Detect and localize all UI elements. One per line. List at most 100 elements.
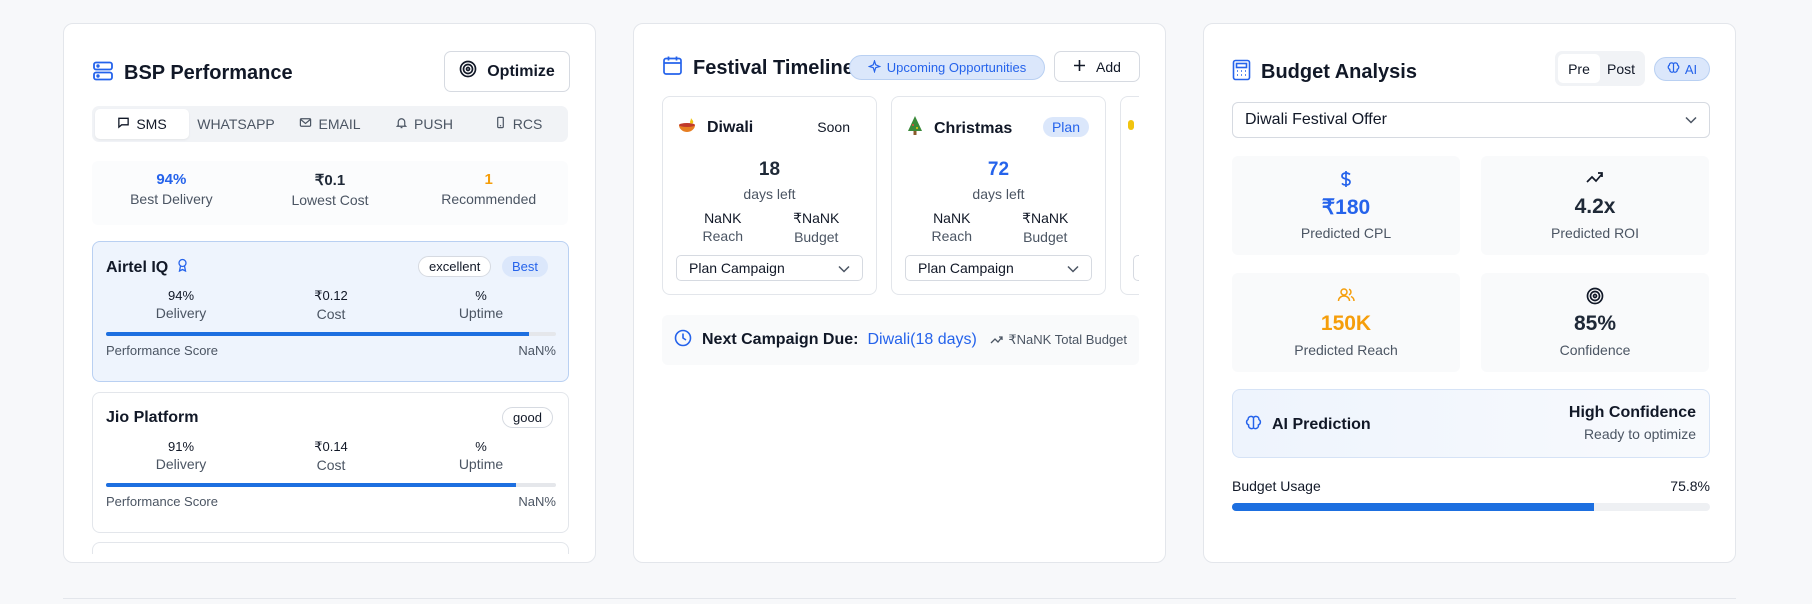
stat-reach: NaNK Reach [676, 210, 770, 245]
ai-label: AI [1684, 61, 1698, 77]
stat-value: ₹NaNK [793, 210, 840, 226]
add-label: Add [1096, 58, 1121, 75]
festival-card-christmas[interactable]: Christmas Plan 72 days left NaNK Reach ₹N… [891, 96, 1106, 295]
days-left-label: days left [743, 186, 796, 202]
mail-icon [299, 116, 312, 132]
add-festival-button[interactable]: Add [1054, 51, 1140, 82]
festival-name: Christmas [905, 115, 1012, 142]
select-value: Plan Campaign [918, 260, 1014, 276]
bsp-performance-card: BSP Performance Optimize SMS WHATSAPP EM… [63, 23, 596, 563]
tile-label: Confidence [1559, 342, 1631, 358]
tab-label: WHATSAPP [197, 116, 275, 132]
tab-push[interactable]: PUSH [377, 109, 471, 139]
plan-campaign-select[interactable]: Plan Campaign [676, 255, 863, 281]
summary-label: Lowest Cost [291, 192, 369, 208]
score-value: NaN% [518, 494, 556, 509]
target-icon [1481, 287, 1709, 305]
ai-prediction-title: AI Prediction [1245, 414, 1371, 436]
chevron-down-icon [1067, 260, 1079, 276]
next-campaign-label: Next Campaign Due: [702, 331, 859, 348]
stat-value: ₹NaNK [1022, 210, 1069, 226]
stat-label: Reach [702, 228, 743, 244]
rating-badge: good [502, 407, 553, 428]
optimize-button[interactable]: Optimize [444, 51, 570, 92]
confidence-status: High Confidence Ready to optimize [1569, 404, 1696, 442]
budget-analysis-card: Budget Analysis Pre Post AI Diwali Festi… [1203, 23, 1736, 563]
festival-header: Festival Timeline [662, 55, 854, 81]
optimize-label: Optimize [487, 62, 555, 80]
chevron-down-icon [1685, 111, 1697, 129]
provider-card-airtel[interactable]: Airtel IQ excellent Best 94% Delivery ₹0.… [92, 241, 569, 382]
metric-value: 91% [167, 439, 195, 454]
calendar-icon [662, 55, 683, 81]
tab-label: RCS [512, 116, 543, 132]
budget-header: Budget Analysis [1232, 59, 1417, 86]
festival-card-diwali[interactable]: Diwali Soon 18 days left NaNK Reach ₹NaNK… [662, 96, 877, 295]
festival-select-partial [1133, 255, 1139, 281]
toggle-pre[interactable]: Pre [1558, 54, 1600, 83]
provider-name: Jio Platform [106, 409, 198, 427]
tab-sms[interactable]: SMS [95, 109, 189, 139]
provider-card-jio[interactable]: Jio Platform good 91% Delivery ₹0.14 Cost … [92, 392, 569, 533]
provider-metrics: 91% Delivery ₹0.14 Cost % Uptime [106, 439, 556, 473]
days-left-label: days left [972, 186, 1025, 202]
stat-reach: NaNK Reach [905, 210, 999, 245]
campaign-select[interactable]: Diwali Festival Offer [1232, 102, 1710, 138]
performance-bar [106, 332, 556, 336]
budget-usage-label: Budget Usage [1232, 478, 1321, 494]
bell-icon [395, 116, 408, 132]
tile-confidence: 85% Confidence [1481, 273, 1709, 372]
score-label: Performance Score [106, 494, 218, 509]
chevron-down-icon [838, 260, 850, 276]
ai-prediction-panel: AI Prediction High Confidence Ready to o… [1232, 389, 1710, 458]
metric-uptime: % Uptime [406, 439, 556, 473]
stat-label: Reach [931, 228, 972, 244]
festival-stats: NaNK Reach ₹NaNK Budget [676, 210, 863, 245]
total-budget-text: ₹NaNK Total Budget [1008, 332, 1127, 347]
best-badge: Best [502, 256, 549, 277]
page-divider [63, 598, 1736, 599]
metric-label: Uptime [458, 456, 504, 472]
trending-up-icon [1481, 170, 1709, 184]
festival-name-text: Diwali [707, 118, 754, 136]
tile-label: Predicted CPL [1300, 225, 1392, 241]
tile-value: ₹180 [1321, 196, 1371, 219]
tile-label: Predicted Reach [1294, 342, 1398, 358]
ready-label: Ready to optimize [1583, 426, 1696, 442]
metric-label: Cost [316, 457, 346, 473]
festival-stats: NaNK Reach ₹NaNK Budget [905, 210, 1092, 245]
tab-email[interactable]: EMAIL [283, 109, 377, 139]
festival-title: Festival Timeline [693, 56, 854, 79]
summary-label: Recommended [441, 191, 537, 207]
next-campaign-value[interactable]: Diwali(18 days) [867, 331, 976, 349]
stat-budget: ₹NaNK Budget [999, 210, 1093, 245]
tab-rcs[interactable]: RCS [471, 109, 565, 139]
calculator-icon [1232, 59, 1251, 86]
metric-cost: ₹0.14 Cost [256, 439, 406, 473]
tab-whatsapp[interactable]: WHATSAPP [189, 109, 283, 139]
server-icon [92, 60, 114, 87]
pre-post-toggle: Pre Post [1555, 51, 1645, 86]
festival-name: Diwali [676, 115, 753, 140]
stat-value: NaNK [704, 210, 742, 226]
tab-label: EMAIL [318, 116, 361, 132]
metric-delivery: 94% Delivery [106, 288, 256, 322]
tree-icon [905, 115, 925, 142]
performance-bar-fill [106, 332, 529, 336]
bsp-summary: 94% Best Delivery ₹0.1 Lowest Cost 1 Rec… [92, 161, 568, 225]
performance-bar [106, 483, 556, 487]
ai-toggle[interactable]: AI [1654, 57, 1710, 81]
summary-value: 94% [156, 171, 187, 188]
score-value: NaN% [518, 343, 556, 358]
plan-campaign-select[interactable]: Plan Campaign [905, 255, 1092, 281]
stat-label: Budget [794, 229, 839, 245]
campaign-select-value: Diwali Festival Offer [1245, 111, 1387, 128]
upcoming-opportunities-badge[interactable]: Upcoming Opportunities [849, 55, 1045, 80]
festival-status-badge: Plan [1042, 117, 1089, 137]
budget-title: Budget Analysis [1261, 61, 1417, 83]
bsp-header: BSP Performance [92, 60, 293, 87]
festival-icon-partial [1128, 120, 1134, 130]
plus-icon [1073, 59, 1086, 75]
toggle-post[interactable]: Post [1600, 54, 1642, 83]
metric-value: % [475, 439, 487, 454]
